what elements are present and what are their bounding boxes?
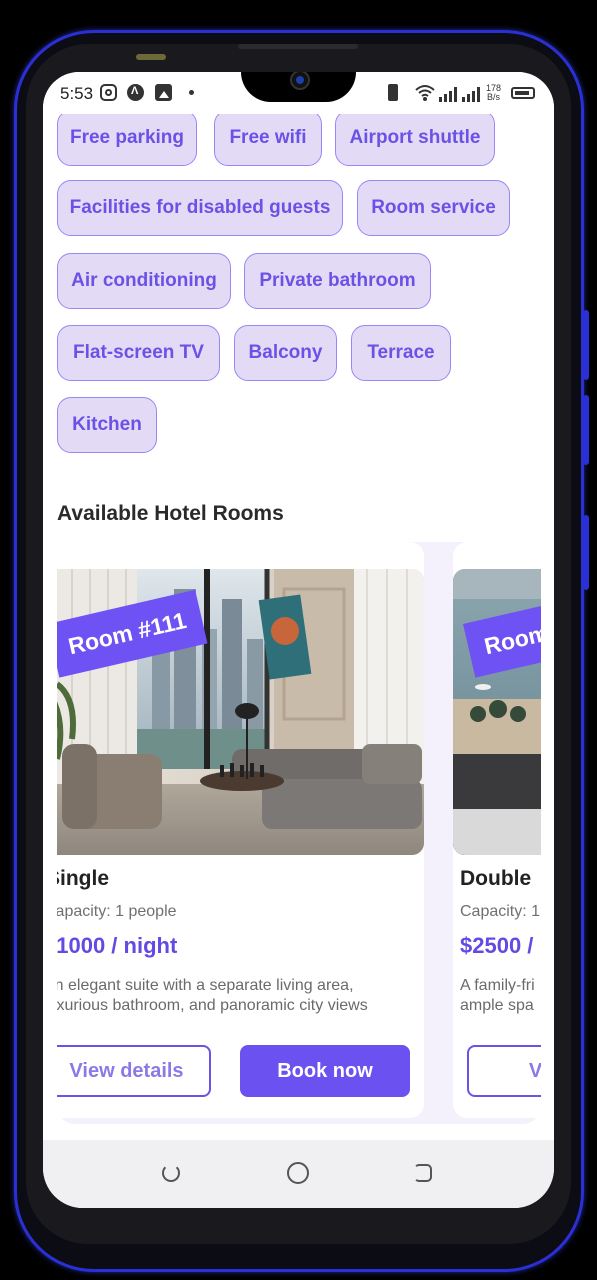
room-description: A family-fri ample spa bbox=[460, 977, 535, 1014]
room-photo: Room bbox=[453, 569, 541, 855]
scroll-content[interactable]: Free parking Free wifi Airport shuttle F… bbox=[43, 72, 554, 1208]
amenity-label: Private bathroom bbox=[259, 270, 416, 291]
view-details-label: View details bbox=[69, 1059, 184, 1082]
amenity-label: Air conditioning bbox=[71, 270, 217, 291]
signal-sim2-icon bbox=[462, 86, 480, 102]
room-description: An elegant suite with a separate living … bbox=[57, 977, 368, 1014]
room-price: $2500 / bbox=[460, 933, 534, 958]
amenity-chip-free-parking: Free parking bbox=[57, 110, 197, 166]
room-type: Double bbox=[460, 867, 532, 890]
book-now-label: Book now bbox=[277, 1059, 373, 1082]
book-now-button[interactable]: Book now bbox=[240, 1045, 410, 1097]
amenity-label: Room service bbox=[371, 197, 496, 218]
gallery-icon bbox=[155, 84, 172, 101]
home-icon[interactable] bbox=[287, 1162, 309, 1184]
back-icon[interactable] bbox=[162, 1164, 180, 1182]
volume-down-button bbox=[583, 395, 589, 465]
amenity-label: Balcony bbox=[248, 342, 323, 363]
amenity-label: Terrace bbox=[367, 342, 435, 363]
section-title: Available Hotel Rooms bbox=[57, 502, 284, 525]
earpiece-speaker bbox=[238, 44, 358, 49]
room-card[interactable]: Room #111 Single Capacity: 1 people $100… bbox=[57, 542, 424, 1118]
rooms-carousel[interactable]: Room #111 Single Capacity: 1 people $100… bbox=[57, 542, 541, 1124]
app-notification-icon bbox=[127, 84, 144, 101]
vibrate-icon bbox=[388, 84, 398, 101]
room-photo: Room #111 bbox=[57, 569, 424, 855]
room-type: Single bbox=[57, 867, 110, 890]
amenity-label: Free wifi bbox=[229, 127, 307, 148]
volume-up-button bbox=[583, 310, 589, 380]
amenity-chip-airport-shuttle: Airport shuttle bbox=[335, 110, 495, 166]
screen: Free parking Free wifi Airport shuttle F… bbox=[43, 72, 554, 1208]
amenity-label: Free parking bbox=[69, 127, 185, 148]
wifi-icon bbox=[415, 85, 435, 101]
power-button bbox=[583, 515, 589, 590]
recents-icon[interactable] bbox=[414, 1164, 432, 1182]
network-speed-unit: B/s bbox=[487, 92, 501, 102]
network-speed: 178 B/s bbox=[486, 84, 501, 102]
room-card[interactable]: Room Double Capacity: 1 $2500 / A family… bbox=[453, 542, 541, 1118]
clock: 5:53 bbox=[60, 84, 94, 103]
amenity-chip-balcony: Balcony bbox=[234, 325, 337, 381]
amenity-chip-air-conditioning: Air conditioning bbox=[57, 253, 231, 309]
view-details-label: View bbox=[528, 1059, 541, 1082]
amenity-label: Kitchen bbox=[72, 414, 142, 435]
signal-sim1-icon bbox=[439, 86, 457, 102]
amenity-chip-flat-screen-tv: Flat-screen TV bbox=[57, 325, 220, 381]
battery-icon bbox=[511, 87, 535, 99]
amenity-chip-disabled-facilities: Facilities for disabled guests bbox=[57, 180, 343, 236]
more-notifications-icon bbox=[189, 90, 194, 95]
room-price: $1000 / night bbox=[57, 933, 178, 958]
amenity-label: Airport shuttle bbox=[349, 127, 481, 148]
instagram-icon bbox=[100, 84, 117, 101]
amenity-label: Facilities for disabled guests bbox=[69, 197, 331, 218]
view-details-button[interactable]: View bbox=[467, 1045, 541, 1097]
amenity-chip-terrace: Terrace bbox=[351, 325, 451, 381]
amenity-chip-private-bathroom: Private bathroom bbox=[244, 253, 431, 309]
view-details-button[interactable]: View details bbox=[57, 1045, 211, 1097]
amenity-chip-kitchen: Kitchen bbox=[57, 397, 157, 453]
amenity-chip-free-wifi: Free wifi bbox=[214, 110, 322, 166]
amenity-label: Flat-screen TV bbox=[73, 342, 204, 363]
proximity-sensor bbox=[136, 54, 166, 60]
room-capacity: Capacity: 1 people bbox=[57, 903, 177, 920]
room-capacity: Capacity: 1 bbox=[460, 903, 541, 920]
navigation-bar bbox=[43, 1140, 554, 1208]
amenity-chip-room-service: Room service bbox=[357, 180, 510, 236]
